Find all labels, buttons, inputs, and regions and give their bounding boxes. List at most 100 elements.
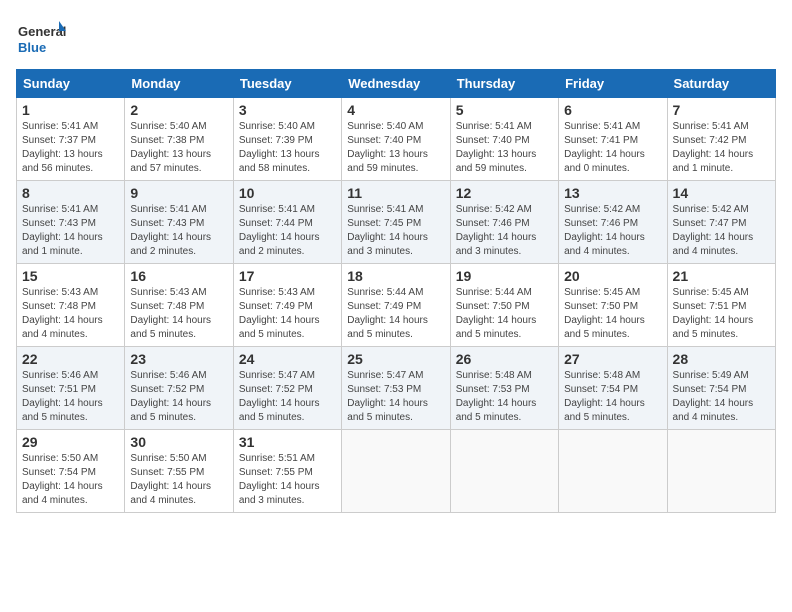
calendar-cell: 25 Sunrise: 5:47 AMSunset: 7:53 PMDaylig… [342, 347, 450, 430]
calendar-cell: 17 Sunrise: 5:43 AMSunset: 7:49 PMDaylig… [233, 264, 341, 347]
svg-text:Blue: Blue [18, 40, 46, 55]
calendar-cell: 18 Sunrise: 5:44 AMSunset: 7:49 PMDaylig… [342, 264, 450, 347]
day-info: Sunrise: 5:41 AMSunset: 7:45 PMDaylight:… [347, 204, 428, 257]
logo: General Blue [16, 16, 66, 61]
day-info: Sunrise: 5:42 AMSunset: 7:46 PMDaylight:… [456, 204, 537, 257]
calendar-header-row: SundayMondayTuesdayWednesdayThursdayFrid… [17, 70, 776, 98]
day-number: 23 [130, 351, 227, 367]
day-number: 30 [130, 434, 227, 450]
day-info: Sunrise: 5:41 AMSunset: 7:37 PMDaylight:… [22, 121, 103, 174]
calendar-cell: 5 Sunrise: 5:41 AMSunset: 7:40 PMDayligh… [450, 98, 558, 181]
day-info: Sunrise: 5:51 AMSunset: 7:55 PMDaylight:… [239, 453, 320, 506]
day-info: Sunrise: 5:50 AMSunset: 7:54 PMDaylight:… [22, 453, 103, 506]
day-number: 14 [673, 185, 770, 201]
day-info: Sunrise: 5:50 AMSunset: 7:55 PMDaylight:… [130, 453, 211, 506]
day-info: Sunrise: 5:43 AMSunset: 7:48 PMDaylight:… [130, 287, 211, 340]
day-number: 15 [22, 268, 119, 284]
calendar-cell: 31 Sunrise: 5:51 AMSunset: 7:55 PMDaylig… [233, 430, 341, 513]
calendar-cell: 6 Sunrise: 5:41 AMSunset: 7:41 PMDayligh… [559, 98, 667, 181]
day-number: 10 [239, 185, 336, 201]
calendar-cell: 11 Sunrise: 5:41 AMSunset: 7:45 PMDaylig… [342, 181, 450, 264]
calendar-cell: 29 Sunrise: 5:50 AMSunset: 7:54 PMDaylig… [17, 430, 125, 513]
day-number: 12 [456, 185, 553, 201]
day-info: Sunrise: 5:46 AMSunset: 7:51 PMDaylight:… [22, 370, 103, 423]
day-info: Sunrise: 5:43 AMSunset: 7:49 PMDaylight:… [239, 287, 320, 340]
calendar-cell: 7 Sunrise: 5:41 AMSunset: 7:42 PMDayligh… [667, 98, 775, 181]
day-number: 5 [456, 102, 553, 118]
calendar-cell: 4 Sunrise: 5:40 AMSunset: 7:40 PMDayligh… [342, 98, 450, 181]
day-number: 4 [347, 102, 444, 118]
col-header-thursday: Thursday [450, 70, 558, 98]
col-header-monday: Monday [125, 70, 233, 98]
calendar-cell: 22 Sunrise: 5:46 AMSunset: 7:51 PMDaylig… [17, 347, 125, 430]
day-number: 24 [239, 351, 336, 367]
day-info: Sunrise: 5:49 AMSunset: 7:54 PMDaylight:… [673, 370, 754, 423]
general-blue-logo-icon: General Blue [16, 16, 66, 61]
day-number: 6 [564, 102, 661, 118]
day-number: 21 [673, 268, 770, 284]
day-number: 22 [22, 351, 119, 367]
col-header-wednesday: Wednesday [342, 70, 450, 98]
day-info: Sunrise: 5:42 AMSunset: 7:46 PMDaylight:… [564, 204, 645, 257]
calendar-week-row: 8 Sunrise: 5:41 AMSunset: 7:43 PMDayligh… [17, 181, 776, 264]
calendar-cell: 8 Sunrise: 5:41 AMSunset: 7:43 PMDayligh… [17, 181, 125, 264]
day-number: 8 [22, 185, 119, 201]
day-info: Sunrise: 5:40 AMSunset: 7:40 PMDaylight:… [347, 121, 428, 174]
calendar-week-row: 29 Sunrise: 5:50 AMSunset: 7:54 PMDaylig… [17, 430, 776, 513]
day-number: 28 [673, 351, 770, 367]
calendar-cell [667, 430, 775, 513]
day-number: 20 [564, 268, 661, 284]
day-info: Sunrise: 5:47 AMSunset: 7:53 PMDaylight:… [347, 370, 428, 423]
calendar-cell [450, 430, 558, 513]
calendar-cell: 9 Sunrise: 5:41 AMSunset: 7:43 PMDayligh… [125, 181, 233, 264]
day-info: Sunrise: 5:41 AMSunset: 7:42 PMDaylight:… [673, 121, 754, 174]
calendar-cell: 30 Sunrise: 5:50 AMSunset: 7:55 PMDaylig… [125, 430, 233, 513]
day-number: 16 [130, 268, 227, 284]
calendar-cell: 16 Sunrise: 5:43 AMSunset: 7:48 PMDaylig… [125, 264, 233, 347]
day-info: Sunrise: 5:44 AMSunset: 7:50 PMDaylight:… [456, 287, 537, 340]
calendar-cell: 19 Sunrise: 5:44 AMSunset: 7:50 PMDaylig… [450, 264, 558, 347]
day-number: 2 [130, 102, 227, 118]
day-info: Sunrise: 5:41 AMSunset: 7:40 PMDaylight:… [456, 121, 537, 174]
day-info: Sunrise: 5:45 AMSunset: 7:50 PMDaylight:… [564, 287, 645, 340]
col-header-tuesday: Tuesday [233, 70, 341, 98]
day-info: Sunrise: 5:46 AMSunset: 7:52 PMDaylight:… [130, 370, 211, 423]
col-header-friday: Friday [559, 70, 667, 98]
calendar-week-row: 22 Sunrise: 5:46 AMSunset: 7:51 PMDaylig… [17, 347, 776, 430]
calendar-cell: 23 Sunrise: 5:46 AMSunset: 7:52 PMDaylig… [125, 347, 233, 430]
day-info: Sunrise: 5:40 AMSunset: 7:38 PMDaylight:… [130, 121, 211, 174]
day-number: 9 [130, 185, 227, 201]
day-info: Sunrise: 5:45 AMSunset: 7:51 PMDaylight:… [673, 287, 754, 340]
calendar-cell: 26 Sunrise: 5:48 AMSunset: 7:53 PMDaylig… [450, 347, 558, 430]
day-info: Sunrise: 5:44 AMSunset: 7:49 PMDaylight:… [347, 287, 428, 340]
calendar-table: SundayMondayTuesdayWednesdayThursdayFrid… [16, 69, 776, 513]
day-info: Sunrise: 5:41 AMSunset: 7:41 PMDaylight:… [564, 121, 645, 174]
calendar-body: 1 Sunrise: 5:41 AMSunset: 7:37 PMDayligh… [17, 98, 776, 513]
calendar-cell: 12 Sunrise: 5:42 AMSunset: 7:46 PMDaylig… [450, 181, 558, 264]
calendar-cell: 3 Sunrise: 5:40 AMSunset: 7:39 PMDayligh… [233, 98, 341, 181]
day-info: Sunrise: 5:48 AMSunset: 7:53 PMDaylight:… [456, 370, 537, 423]
calendar-week-row: 1 Sunrise: 5:41 AMSunset: 7:37 PMDayligh… [17, 98, 776, 181]
calendar-cell: 24 Sunrise: 5:47 AMSunset: 7:52 PMDaylig… [233, 347, 341, 430]
calendar-cell: 28 Sunrise: 5:49 AMSunset: 7:54 PMDaylig… [667, 347, 775, 430]
day-info: Sunrise: 5:47 AMSunset: 7:52 PMDaylight:… [239, 370, 320, 423]
day-info: Sunrise: 5:42 AMSunset: 7:47 PMDaylight:… [673, 204, 754, 257]
calendar-cell: 2 Sunrise: 5:40 AMSunset: 7:38 PMDayligh… [125, 98, 233, 181]
svg-text:General: General [18, 24, 66, 39]
calendar-cell: 21 Sunrise: 5:45 AMSunset: 7:51 PMDaylig… [667, 264, 775, 347]
day-info: Sunrise: 5:48 AMSunset: 7:54 PMDaylight:… [564, 370, 645, 423]
calendar-cell: 1 Sunrise: 5:41 AMSunset: 7:37 PMDayligh… [17, 98, 125, 181]
day-number: 3 [239, 102, 336, 118]
day-number: 19 [456, 268, 553, 284]
col-header-sunday: Sunday [17, 70, 125, 98]
day-info: Sunrise: 5:43 AMSunset: 7:48 PMDaylight:… [22, 287, 103, 340]
day-number: 11 [347, 185, 444, 201]
calendar-cell: 20 Sunrise: 5:45 AMSunset: 7:50 PMDaylig… [559, 264, 667, 347]
day-number: 31 [239, 434, 336, 450]
calendar-cell: 15 Sunrise: 5:43 AMSunset: 7:48 PMDaylig… [17, 264, 125, 347]
day-number: 29 [22, 434, 119, 450]
calendar-cell: 14 Sunrise: 5:42 AMSunset: 7:47 PMDaylig… [667, 181, 775, 264]
day-number: 17 [239, 268, 336, 284]
day-number: 18 [347, 268, 444, 284]
day-info: Sunrise: 5:40 AMSunset: 7:39 PMDaylight:… [239, 121, 320, 174]
